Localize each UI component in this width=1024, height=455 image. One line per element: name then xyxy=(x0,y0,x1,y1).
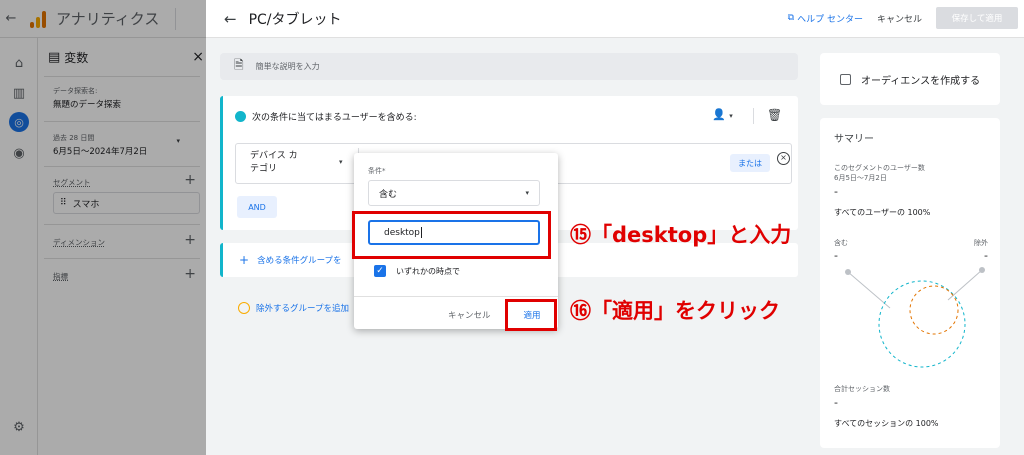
segment-chip[interactable]: ⠿ スマホ xyxy=(53,192,200,214)
condition-header-text: 次の条件に当てはまるユーザーを含める: xyxy=(252,113,417,123)
description-input[interactable]: 🗎 簡単な説明を入力 xyxy=(220,53,798,80)
metrics-label: 指標 xyxy=(53,272,68,281)
drag-handle-icon[interactable]: ⠿ xyxy=(60,198,67,208)
variables-header: ▤ 変数 × xyxy=(38,38,206,76)
sessions-label: 合計セッション数 xyxy=(834,385,890,393)
include-connector xyxy=(847,271,891,309)
external-link-icon: ⧉ xyxy=(787,13,795,23)
chevron-down-icon: ▾ xyxy=(729,112,733,120)
divider xyxy=(44,121,200,122)
audience-checkbox[interactable] xyxy=(840,73,851,85)
cancel-button[interactable]: キャンセル xyxy=(871,12,928,25)
nav-rail: ⌂ ▥ ◎ ◉ ⚙ xyxy=(0,38,38,455)
summary-panel: サマリー このセグメントのユーザー数 6月5日～7月2日 - すべてのユーザーの… xyxy=(820,118,1000,448)
add-exclude-group-button[interactable]: 除外するグループを追加 xyxy=(238,302,349,314)
app-topbar: ← アナリティクス xyxy=(0,0,206,38)
checkbox-checked-icon[interactable]: ✓ xyxy=(374,265,386,277)
summary-title: サマリー xyxy=(834,134,874,145)
app-title: アナリティクス xyxy=(56,10,160,28)
variables-icon: ▤ xyxy=(48,49,61,65)
chevron-down-icon: ▾ xyxy=(176,137,180,145)
chevron-down-icon: ▾ xyxy=(525,189,529,197)
save-and-apply-button[interactable]: 保存して適用 xyxy=(936,7,1018,29)
sessions-pct: すべてのセッションの 100% xyxy=(834,419,939,428)
divider xyxy=(753,108,754,124)
person-scope-dropdown[interactable]: 👤 ▾ xyxy=(712,108,733,121)
segment-chip-label: スマホ xyxy=(72,199,100,210)
settings-gear-icon[interactable]: ⚙ xyxy=(8,416,30,438)
users-pct: すべてのユーザーの 100% xyxy=(834,208,931,217)
divider xyxy=(175,7,177,30)
exclude-label: 除外 xyxy=(974,239,988,247)
person-icon: 👤 xyxy=(712,108,726,121)
match-type-select[interactable]: 含む ▾ xyxy=(368,180,540,206)
date-range-value: 6月5日～2024年7月2日 xyxy=(53,147,148,157)
home-icon[interactable]: ⌂ xyxy=(8,52,30,74)
add-metric-button[interactable]: + xyxy=(184,266,196,282)
exploration-name[interactable]: データ探索名: 無題のデータ探索 xyxy=(53,86,200,110)
dimensions-section: ディメンション + xyxy=(53,232,200,248)
summary-date: 6月5日～7月2日 xyxy=(834,174,887,182)
close-icon[interactable]: × xyxy=(192,49,204,65)
date-range-picker[interactable]: 過去 28 日間 6月5日～2024年7月2日 ▾ xyxy=(53,133,200,157)
segments-label: セグメント xyxy=(53,178,91,187)
variables-panel: ▤ 変数 × データ探索名: 無題のデータ探索 過去 28 日間 6月5日～20… xyxy=(38,38,206,455)
venn-diagram xyxy=(845,267,985,368)
plus-icon: + xyxy=(239,253,250,267)
exploration-name-value: 無題のデータ探索 xyxy=(53,100,122,110)
teal-dot-icon xyxy=(235,111,246,122)
back-arrow-icon[interactable]: ← xyxy=(224,10,237,28)
dimensions-label: ディメンション xyxy=(53,238,105,247)
metrics-section: 指標 + xyxy=(53,266,200,282)
popup-cancel-button[interactable]: キャンセル xyxy=(448,309,491,321)
segment-title[interactable]: PC/タブレット xyxy=(249,9,342,29)
annotation-step-15: ⑮「desktop」と入力 xyxy=(570,223,792,247)
annotation-step-16: ⑯「適用」をクリック xyxy=(570,299,780,323)
condition-label: 条件* xyxy=(368,167,386,175)
add-segment-button[interactable]: + xyxy=(184,172,196,188)
exploration-name-label: データ探索名: xyxy=(53,87,98,95)
at-any-point-option[interactable]: ✓ いずれかの時点で xyxy=(374,265,460,277)
reports-icon[interactable]: ▥ xyxy=(8,82,30,104)
value-input[interactable]: desktop xyxy=(368,220,540,245)
explore-icon[interactable]: ◎ xyxy=(9,112,29,132)
dimension-selector[interactable]: デバイス カ テゴリ xyxy=(250,150,298,176)
segment-users-label: このセグメントのユーザー数 xyxy=(834,164,925,172)
trash-icon[interactable]: 🗑 xyxy=(767,108,782,122)
divider xyxy=(44,224,200,225)
users-value: - xyxy=(834,185,838,198)
divider xyxy=(44,76,200,77)
popup-apply-button[interactable]: 適用 xyxy=(512,304,552,326)
help-center-link[interactable]: ⧉ ヘルプ センター xyxy=(788,12,863,25)
divider xyxy=(44,166,200,167)
advertising-icon[interactable]: ◉ xyxy=(8,142,30,164)
sessions-value: - xyxy=(834,396,838,409)
description-placeholder: 簡単な説明を入力 xyxy=(255,62,320,71)
and-button[interactable]: AND xyxy=(237,196,277,218)
condition-popup: 条件* 含む ▾ desktop ✓ いずれかの時点で キャンセル 適用 xyxy=(354,153,558,329)
variables-title: 変数 xyxy=(64,50,89,65)
chevron-down-icon[interactable]: ▾ xyxy=(339,158,343,166)
include-label: 含む xyxy=(834,239,848,247)
analytics-logo-icon xyxy=(30,10,46,28)
add-dimension-button[interactable]: + xyxy=(184,232,196,248)
segments-section: セグメント + xyxy=(53,172,200,188)
or-button[interactable]: または xyxy=(730,154,770,172)
text-cursor xyxy=(420,227,422,238)
exclude-circle xyxy=(909,285,959,335)
condition-group-header: 次の条件に当てはまるユーザーを含める: xyxy=(235,110,417,123)
create-audience-option[interactable]: オーディエンスを作成する xyxy=(820,53,1000,105)
exclude-circle-icon xyxy=(238,302,250,314)
divider xyxy=(44,258,200,259)
remove-condition-icon[interactable]: × xyxy=(777,152,790,165)
editor-header: ← PC/タブレット ⧉ ヘルプ センター キャンセル 保存して適用 xyxy=(206,0,1024,38)
back-arrow-icon[interactable]: ← xyxy=(2,11,20,26)
document-icon: 🗎 xyxy=(234,58,244,72)
divider xyxy=(354,296,558,297)
